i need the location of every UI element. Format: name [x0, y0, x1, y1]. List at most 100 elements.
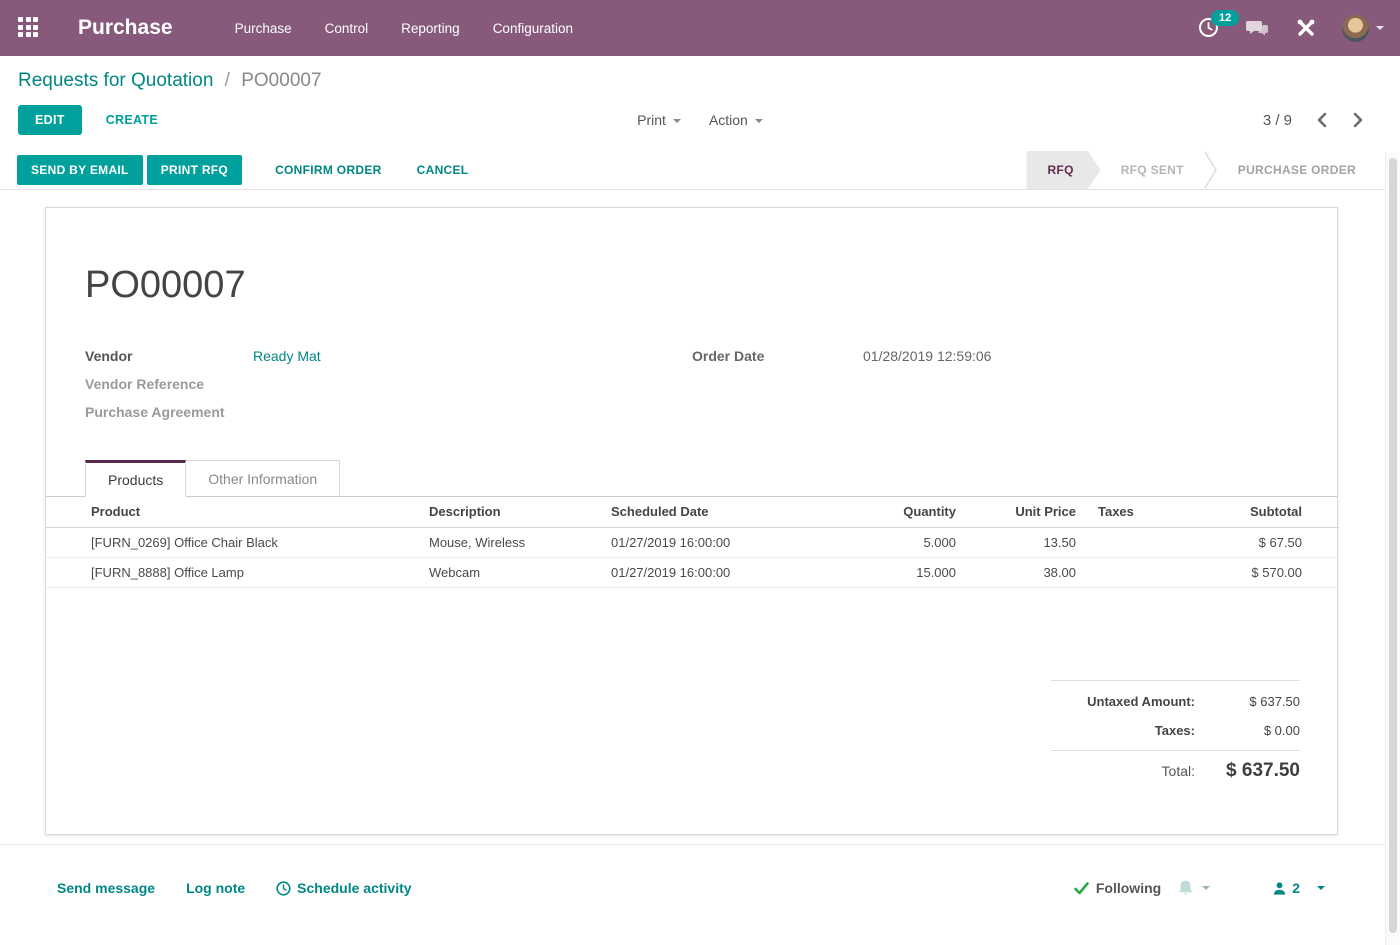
vendor-reference-label: Vendor Reference [85, 376, 253, 392]
menu-reporting[interactable]: Reporting [401, 21, 460, 36]
tab-other-information[interactable]: Other Information [186, 460, 340, 497]
user-menu[interactable] [1342, 15, 1384, 42]
menu-configuration[interactable]: Configuration [493, 21, 573, 36]
order-date-value[interactable]: 01/28/2019 12:59:06 [863, 348, 991, 364]
following-button[interactable]: Following [1074, 880, 1161, 896]
app-title[interactable]: Purchase [78, 16, 173, 40]
print-dropdown[interactable]: Print [637, 112, 681, 128]
followers-button[interactable]: 2 [1272, 880, 1325, 896]
pager-previous-icon[interactable] [1316, 112, 1328, 128]
form-statusbar: SEND BY EMAIL PRINT RFQ CONFIRM ORDER CA… [0, 151, 1400, 190]
cell-description[interactable]: Mouse, Wireless [429, 527, 611, 557]
order-date-label: Order Date [692, 348, 863, 364]
table-row[interactable]: [FURN_0269] Office Chair Black Mouse, Wi… [46, 527, 1339, 557]
menu-purchase[interactable]: Purchase [235, 21, 292, 36]
breadcrumb: Requests for Quotation / PO00007 [18, 70, 1382, 94]
notification-bell-button[interactable] [1177, 879, 1210, 897]
schedule-clock-icon [276, 881, 291, 896]
order-lines-table: Product Description Scheduled Date Quant… [46, 497, 1339, 588]
taxes-total-value: $ 0.00 [1195, 723, 1300, 738]
status-pipeline: RFQ RFQ SENT PURCHASE ORDER [1026, 151, 1376, 189]
notebook-tabs: Products Other Information [46, 460, 1337, 497]
tools-icon[interactable] [1296, 18, 1316, 38]
tab-products[interactable]: Products [85, 460, 186, 497]
scrollbar-thumb[interactable] [1389, 158, 1397, 933]
action-menus: Print Action [18, 112, 1382, 128]
confirm-order-button[interactable]: CONFIRM ORDER [269, 162, 388, 178]
cell-taxes[interactable] [1076, 557, 1181, 587]
untaxed-amount-value: $ 637.50 [1195, 694, 1300, 709]
cell-quantity[interactable]: 15.000 [821, 557, 956, 587]
cell-quantity[interactable]: 5.000 [821, 527, 956, 557]
send-message-button[interactable]: Send message [57, 880, 155, 896]
chatter-toolbar: Send message Log note Schedule activity … [57, 879, 1325, 897]
cell-description[interactable]: Webcam [429, 557, 611, 587]
col-quantity-header: Quantity [821, 497, 956, 527]
record-pager: 3 / 9 [1263, 112, 1382, 129]
action-caret-icon [755, 119, 763, 123]
followers-count: 2 [1292, 880, 1300, 896]
user-menu-caret-icon [1376, 26, 1384, 30]
cell-unit-price[interactable]: 38.00 [956, 557, 1076, 587]
cell-product[interactable]: [FURN_8888] Office Lamp [46, 557, 429, 587]
edit-button[interactable]: EDIT [18, 105, 82, 135]
log-note-button[interactable]: Log note [186, 880, 245, 896]
apps-menu-icon[interactable] [18, 17, 40, 39]
schedule-activity-button[interactable]: Schedule activity [276, 880, 411, 896]
field-group: Vendor Ready Mat Vendor Reference Purcha… [85, 342, 1298, 426]
breadcrumb-parent-link[interactable]: Requests for Quotation [18, 70, 213, 91]
pager-next-icon[interactable] [1352, 112, 1364, 128]
breadcrumb-separator: / [225, 70, 230, 91]
activities-icon[interactable]: 12 [1198, 17, 1220, 39]
log-note-label: Log note [186, 880, 245, 896]
create-button[interactable]: CREATE [100, 112, 164, 128]
cell-taxes[interactable] [1076, 527, 1181, 557]
cell-scheduled-date[interactable]: 01/27/2019 16:00:00 [611, 527, 821, 557]
col-scheduled-date-header: Scheduled Date [611, 497, 821, 527]
cancel-button[interactable]: CANCEL [411, 162, 475, 178]
col-product-header: Product [46, 497, 429, 527]
cell-product[interactable]: [FURN_0269] Office Chair Black [46, 527, 429, 557]
menu-control[interactable]: Control [325, 21, 369, 36]
document-title: PO00007 [85, 264, 1337, 306]
breadcrumb-current: PO00007 [241, 70, 321, 91]
col-description-header: Description [429, 497, 611, 527]
cell-unit-price[interactable]: 13.50 [956, 527, 1076, 557]
check-icon [1074, 882, 1089, 895]
chatter-divider [0, 844, 1400, 845]
following-label: Following [1096, 880, 1161, 896]
activity-count-badge: 12 [1211, 10, 1239, 26]
status-step-rfq[interactable]: RFQ [1026, 151, 1100, 189]
status-separator-icon [1204, 151, 1218, 189]
table-header-row: Product Description Scheduled Date Quant… [46, 497, 1339, 527]
table-row[interactable]: [FURN_8888] Office Lamp Webcam 01/27/201… [46, 557, 1339, 587]
schedule-activity-label: Schedule activity [297, 880, 411, 896]
statusbar-buttons: SEND BY EMAIL PRINT RFQ CONFIRM ORDER CA… [17, 151, 474, 189]
print-rfq-button[interactable]: PRINT RFQ [147, 155, 242, 185]
totals-summary: Untaxed Amount: $ 637.50 Taxes: $ 0.00 T… [1051, 680, 1300, 791]
vendor-value-link[interactable]: Ready Mat [253, 348, 321, 364]
total-label: Total: [1162, 763, 1195, 779]
control-panel: Requests for Quotation / PO00007 EDIT CR… [0, 56, 1400, 136]
action-dropdown[interactable]: Action [709, 112, 763, 128]
col-taxes-header: Taxes [1076, 497, 1181, 527]
send-message-label: Send message [57, 880, 155, 896]
scrollbar-track[interactable] [1385, 152, 1400, 945]
cell-subtotal[interactable]: $ 570.00 [1181, 557, 1339, 587]
action-dropdown-label: Action [709, 112, 748, 128]
messages-icon[interactable] [1246, 18, 1270, 38]
purchase-agreement-label: Purchase Agreement [85, 404, 253, 420]
total-value: $ 637.50 [1195, 760, 1300, 782]
cell-scheduled-date[interactable]: 01/27/2019 16:00:00 [611, 557, 821, 587]
col-subtotal-header: Subtotal [1181, 497, 1339, 527]
control-panel-buttons: EDIT CREATE Print Action 3 / 9 [18, 104, 1382, 136]
chatter-right-tools: Following 2 [1074, 879, 1325, 897]
send-by-email-button[interactable]: SEND BY EMAIL [17, 155, 143, 185]
status-step-purchase-order[interactable]: PURCHASE ORDER [1218, 151, 1376, 189]
cell-subtotal[interactable]: $ 67.50 [1181, 527, 1339, 557]
status-step-rfq-sent[interactable]: RFQ SENT [1101, 151, 1204, 189]
print-dropdown-label: Print [637, 112, 666, 128]
taxes-total-label: Taxes: [1155, 723, 1195, 738]
bell-caret-icon [1202, 886, 1210, 890]
untaxed-amount-label: Untaxed Amount: [1087, 694, 1195, 709]
